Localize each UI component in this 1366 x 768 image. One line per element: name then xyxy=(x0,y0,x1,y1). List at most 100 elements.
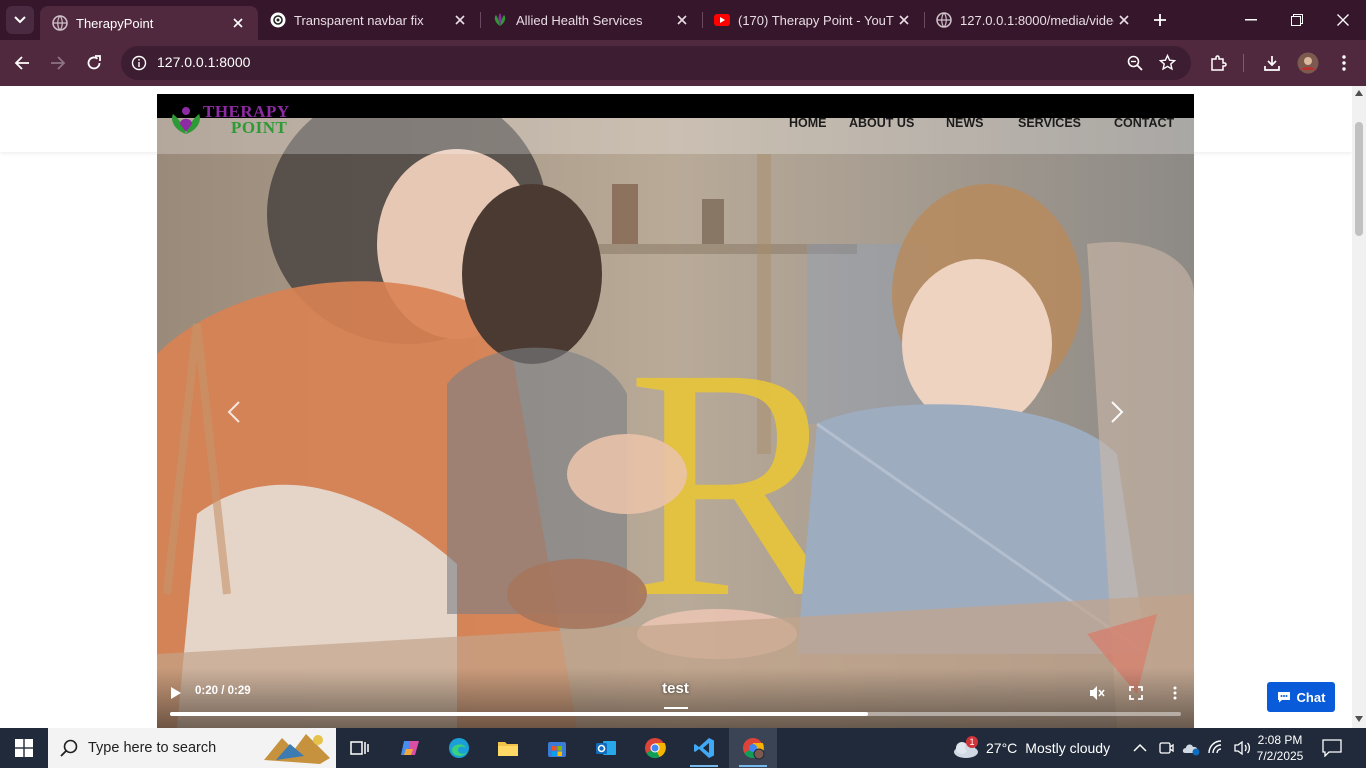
minimize-icon xyxy=(1245,19,1257,21)
notification-icon xyxy=(1322,739,1342,757)
video-progress-fill xyxy=(170,712,868,716)
clock-time: 2:08 PM xyxy=(1257,733,1303,747)
chrome-button[interactable] xyxy=(631,728,679,768)
caption-indicator xyxy=(664,707,688,709)
chevron-up-icon[interactable] xyxy=(1132,740,1148,756)
onedrive-icon[interactable] xyxy=(1182,740,1200,756)
video-caption: test xyxy=(662,680,689,697)
outlook-button[interactable] xyxy=(582,728,630,768)
store-icon xyxy=(548,742,566,757)
nav-services[interactable]: SERVICES xyxy=(1018,116,1081,130)
chatgpt-icon xyxy=(270,12,286,28)
scroll-up-icon[interactable] xyxy=(1355,90,1363,96)
chat-button[interactable]: Chat xyxy=(1267,682,1335,712)
task-view-icon xyxy=(350,741,369,755)
start-button[interactable] xyxy=(0,728,48,768)
nav-home[interactable]: HOME xyxy=(789,116,827,130)
carousel-next-icon[interactable] xyxy=(1104,400,1128,424)
tab-media-videos[interactable]: 127.0.0.1:8000/media/videos xyxy=(924,0,1144,40)
youtube-icon xyxy=(714,12,730,28)
search-placeholder: Type here to search xyxy=(88,740,217,756)
store-button[interactable] xyxy=(533,728,581,768)
arrow-left-icon xyxy=(14,56,29,70)
new-tab-button[interactable] xyxy=(1150,10,1170,30)
extensions-button[interactable] xyxy=(1206,51,1230,75)
carousel-prev-icon[interactable] xyxy=(223,400,247,424)
fullscreen-icon[interactable] xyxy=(1129,686,1143,700)
puzzle-icon xyxy=(1211,55,1227,71)
avatar-icon xyxy=(1297,52,1319,74)
system-tray xyxy=(1132,728,1252,768)
globe-icon xyxy=(52,15,68,31)
close-tab-icon[interactable] xyxy=(894,10,914,30)
wifi-icon[interactable] xyxy=(1208,740,1226,756)
close-window-button[interactable] xyxy=(1320,0,1366,40)
mute-icon[interactable] xyxy=(1089,685,1105,701)
logo-line-2: POINT xyxy=(231,118,288,137)
plus-icon xyxy=(1154,14,1166,26)
restore-button[interactable] xyxy=(1274,0,1320,40)
logo-leaf-icon xyxy=(172,107,200,134)
file-explorer-button[interactable] xyxy=(484,728,532,768)
tab-search-button[interactable] xyxy=(6,6,34,34)
scroll-down-icon[interactable] xyxy=(1355,716,1363,722)
weather-temp: 27°C xyxy=(986,740,1018,756)
edge-button[interactable] xyxy=(435,728,483,768)
weather-widget[interactable]: 1 27°C Mostly cloudy xyxy=(952,728,1110,768)
address-bar[interactable]: 127.0.0.1:8000 xyxy=(121,46,1191,80)
minimize-button[interactable] xyxy=(1228,0,1274,40)
weather-condition: Mostly cloudy xyxy=(1025,740,1111,756)
main-nav: HOME ABOUT US NEWS SERVICES CONTACT xyxy=(774,116,1194,134)
downloads-button[interactable] xyxy=(1260,51,1284,75)
close-tab-icon[interactable] xyxy=(672,10,692,30)
video-frame-image: R xyxy=(157,94,1194,728)
windows-taskbar: Type here to search 1 27°C Mostly cloudy xyxy=(0,728,1366,768)
search-highlight-image xyxy=(264,734,330,764)
url-text[interactable]: 127.0.0.1:8000 xyxy=(157,54,250,70)
scrollbar-thumb[interactable] xyxy=(1355,122,1363,236)
notification-center-button[interactable] xyxy=(1322,728,1342,768)
browser-menu-button[interactable] xyxy=(1332,51,1356,75)
page-scrollbar[interactable] xyxy=(1352,86,1366,728)
outlook-icon xyxy=(596,741,616,755)
close-tab-icon[interactable] xyxy=(450,10,470,30)
forward-button[interactable] xyxy=(46,51,70,75)
chat-icon xyxy=(1277,692,1290,703)
chrome-icon xyxy=(645,738,666,759)
copilot-icon xyxy=(401,741,419,755)
reload-button[interactable] xyxy=(82,51,106,75)
reload-icon xyxy=(87,55,101,70)
taskbar-search[interactable]: Type here to search xyxy=(48,728,336,768)
tab-transparent-navbar-fix[interactable]: Transparent navbar fix xyxy=(258,0,480,40)
star-icon[interactable] xyxy=(1159,54,1176,71)
volume-icon[interactable] xyxy=(1234,740,1252,756)
info-icon[interactable] xyxy=(131,55,147,71)
browser-tab-bar: TherapyPoint Transparent navbar fix Alli… xyxy=(0,0,1366,40)
zoom-icon[interactable] xyxy=(1127,55,1143,71)
close-tab-icon[interactable] xyxy=(228,13,248,33)
chrome-profile-button[interactable] xyxy=(729,728,777,768)
meet-now-icon[interactable] xyxy=(1158,740,1174,756)
tab-allied-health-services[interactable]: Allied Health Services xyxy=(480,0,702,40)
video-more-icon[interactable] xyxy=(1173,686,1177,700)
back-button[interactable] xyxy=(10,51,34,75)
leaf-logo-icon xyxy=(492,12,508,28)
nav-news[interactable]: NEWS xyxy=(946,116,984,130)
hero-video[interactable]: R THERAPY POINT HOME ABOUT US NEWS SERVI… xyxy=(157,94,1194,728)
chevron-down-icon xyxy=(14,16,26,24)
vscode-button[interactable] xyxy=(680,728,728,768)
close-tab-icon[interactable] xyxy=(1114,10,1134,30)
chrome-profile-icon xyxy=(743,738,765,760)
nav-about-us[interactable]: ABOUT US xyxy=(849,116,914,130)
copilot-button[interactable] xyxy=(386,728,434,768)
taskbar-clock[interactable]: 2:08 PM 7/2/2025 xyxy=(1254,728,1306,768)
video-progress-bar[interactable] xyxy=(170,712,1181,716)
nav-contact[interactable]: CONTACT xyxy=(1114,116,1174,130)
profile-avatar[interactable] xyxy=(1296,51,1320,75)
tab-youtube-therapy-point[interactable]: (170) Therapy Point - YouTul xyxy=(702,0,924,40)
tab-therapypoint[interactable]: TherapyPoint xyxy=(40,6,258,40)
task-view-button[interactable] xyxy=(336,728,384,768)
clock-date: 7/2/2025 xyxy=(1256,749,1304,763)
site-logo[interactable]: THERAPY POINT xyxy=(169,102,299,138)
tab-title: Allied Health Services xyxy=(516,12,643,28)
